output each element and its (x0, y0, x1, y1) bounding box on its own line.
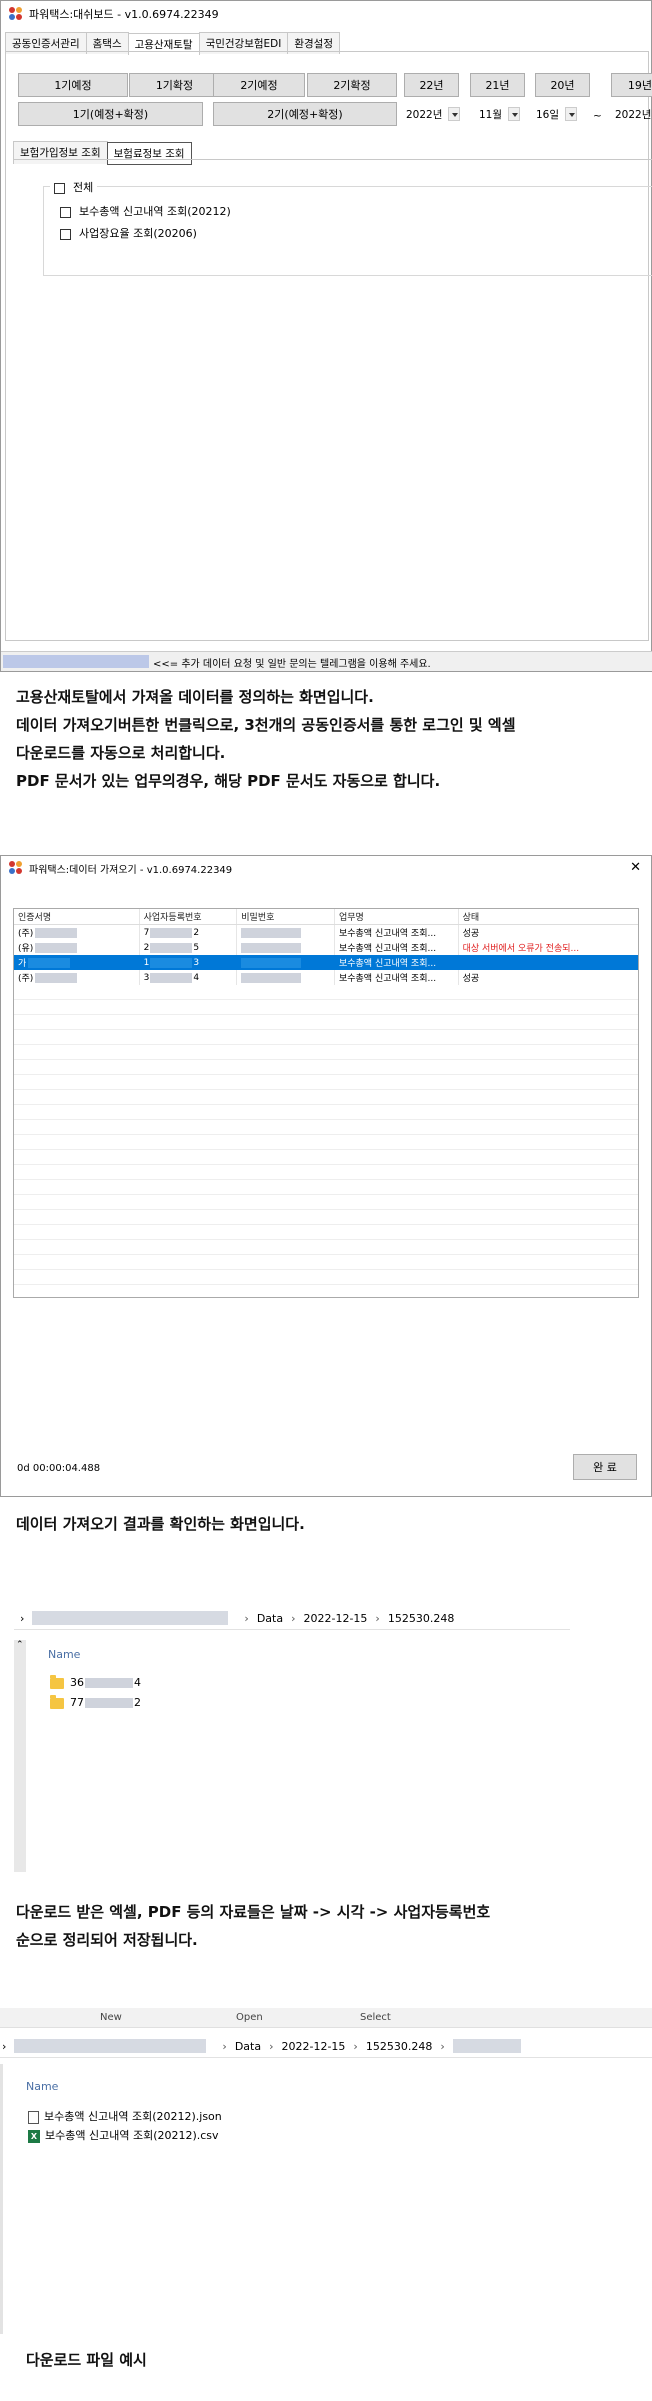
table-row[interactable]: (주) 72 보수총액 신고내역 조회... 성공 (14, 925, 638, 940)
breadcrumb-chevron-icon: › (2, 2039, 7, 2053)
status-error: 대상 서버에서 오류가 전송되... (462, 944, 580, 954)
dashboard-window: 파워택스:대쉬보드 - v1.0.6974.22349 공동인증서관리 홈택스 … (0, 0, 652, 672)
folder-icon (50, 1674, 64, 1689)
year-19-button[interactable]: 19년 (611, 73, 652, 97)
nav-pane-edge (0, 2064, 3, 2334)
breadcrumb-redacted (32, 1611, 229, 1625)
nav-pane-scrollbar[interactable]: ⌃ (14, 1640, 26, 1872)
address-bar-2[interactable]: › › Data › 2022-12-15 › 152530.248 › (0, 2032, 652, 2058)
table-row[interactable]: (유) 25 보수총액 신고내역 조회... 대상 서버에서 오류가 전송되..… (14, 940, 638, 955)
col-task[interactable]: 업무명 (335, 909, 459, 924)
breadcrumb-data[interactable]: Data (235, 2040, 261, 2053)
explorer-folders: › › Data › 2022-12-15 › 152530.248 ⌃ Nam… (14, 1604, 570, 1874)
name-column-header[interactable]: Name (48, 1648, 80, 1661)
check-all[interactable]: 전체 (50, 179, 98, 195)
year-21-button[interactable]: 21년 (470, 73, 525, 97)
col-bizno[interactable]: 사업자등록번호 (140, 909, 238, 924)
year-20-button[interactable]: 20년 (535, 73, 590, 97)
file-item-json[interactable]: 보수총액 신고내역 조회(20212).json (28, 2108, 222, 2124)
name-column-header[interactable]: Name (26, 2080, 58, 2093)
status-text: <<= 추가 데이터 요청 및 일반 문의는 텔레그램을 이용해 주세요. (153, 659, 431, 670)
ribbon-open[interactable]: Open (236, 2012, 263, 2023)
breadcrumb-sep-icon: › (353, 2039, 358, 2053)
breadcrumb-sep-icon: › (269, 2039, 274, 2053)
year-22-button[interactable]: 22년 (404, 73, 459, 97)
dashboard-title: 파워택스:대쉬보드 - v1.0.6974.22349 (29, 8, 219, 21)
status-progress (3, 655, 149, 668)
excel-file-icon: X (28, 2129, 40, 2143)
address-bar[interactable]: › › Data › 2022-12-15 › 152530.248 (14, 1604, 570, 1630)
year-dropdown-icon[interactable] (448, 107, 461, 121)
month-dropdown-icon[interactable] (508, 107, 521, 121)
check-item-20206[interactable]: 사업장요율 조회(20206) (60, 225, 197, 241)
ribbon-new[interactable]: New (100, 2012, 122, 2023)
period-2-all-button[interactable]: 2기(예정+확정) (213, 102, 397, 126)
breadcrumb-redacted (452, 2039, 521, 2053)
breadcrumb-sep-icon: › (375, 1611, 380, 1625)
chevron-up-icon[interactable]: ⌃ (16, 1640, 24, 1650)
col-cert-name[interactable]: 인증서명 (14, 909, 140, 924)
explorer-files: New Open Select › › Data › 2022-12-15 › … (0, 2008, 652, 2338)
breadcrumb-sep-icon: › (244, 1611, 249, 1625)
ribbon-bar: New Open Select (0, 2008, 652, 2028)
month-select[interactable]: 11월 (479, 105, 521, 123)
import-title: 파워택스:데이터 가져오기 - v1.0.6974.22349 (29, 864, 233, 876)
col-password[interactable]: 비밀번호 (237, 909, 335, 924)
col-status[interactable]: 상태 (459, 909, 638, 924)
check-20206-box[interactable] (60, 228, 71, 240)
day-dropdown-icon[interactable] (565, 107, 578, 121)
checkbox-group: 전체 보수총액 신고내역 조회(20212) 사업장요율 조회(20206) (43, 179, 652, 276)
breadcrumb-sep-icon: › (291, 1611, 296, 1625)
caption-define: 고용산재토탈에서 가져올 데이터를 정의하는 화면입니다. 데이터 가져오기버튼… (16, 688, 516, 790)
period-1-all-button[interactable]: 1기(예정+확정) (18, 102, 203, 126)
folder-item[interactable]: 77 2 (50, 1694, 141, 1709)
breadcrumb-time[interactable]: 152530.248 (388, 1612, 454, 1625)
breadcrumb-chevron-icon: › (20, 1611, 25, 1625)
import-titlebar: 파워택스:데이터 가져오기 - v1.0.6974.22349 ✕ (1, 856, 651, 880)
table-row[interactable]: (주) 34 보수총액 신고내역 조회... 성공 (14, 970, 638, 985)
breadcrumb-data[interactable]: Data (257, 1612, 283, 1625)
caption-sort: 다운로드 받은 엑셀, PDF 등의 자료들은 날짜 -> 시각 -> 사업자등… (16, 1903, 491, 1949)
status-bar: <<= 추가 데이터 요청 및 일반 문의는 텔레그램을 이용해 주세요. (1, 651, 652, 671)
caption-result: 데이터 가져오기 결과를 확인하는 화면입니다. (16, 1515, 305, 1533)
done-button[interactable]: 완 료 (573, 1454, 637, 1480)
elapsed-time: 0d 00:00:04.488 (17, 1463, 101, 1474)
result-grid: 인증서명 사업자등록번호 비밀번호 업무명 상태 (주) 72 보수총액 신고내… (13, 908, 639, 1298)
caption-file-example: 다운로드 파일 예시 (26, 2351, 147, 2369)
breadcrumb-sep-icon: › (440, 2039, 445, 2053)
json-file-icon (28, 2110, 39, 2124)
breadcrumb-redacted (14, 2039, 207, 2053)
period-2-prelim-button[interactable]: 2기예정 (213, 73, 305, 97)
close-icon[interactable]: ✕ (630, 860, 641, 875)
grid-header: 인증서명 사업자등록번호 비밀번호 업무명 상태 (14, 909, 638, 925)
table-row-selected[interactable]: 가 13 보수총액 신고내역 조회... (14, 955, 638, 970)
import-logo-icon (9, 861, 23, 875)
check-all-box[interactable] (54, 182, 65, 194)
breadcrumb-date[interactable]: 2022-12-15 (303, 1612, 367, 1625)
breadcrumb-sep-icon: › (222, 2039, 227, 2053)
import-window: 파워택스:데이터 가져오기 - v1.0.6974.22349 ✕ 인증서명 사… (0, 855, 652, 1497)
file-item-csv[interactable]: X 보수총액 신고내역 조회(20212).csv (28, 2127, 219, 2143)
period-1-prelim-button[interactable]: 1기예정 (18, 73, 128, 97)
breadcrumb-date[interactable]: 2022-12-15 (281, 2040, 345, 2053)
check-item-20212[interactable]: 보수총액 신고내역 조회(20212) (60, 203, 231, 219)
period-1-final-button[interactable]: 1기확정 (129, 73, 220, 97)
period-2-final-button[interactable]: 2기확정 (307, 73, 397, 97)
breadcrumb-time[interactable]: 152530.248 (366, 2040, 432, 2053)
dashboard-titlebar: 파워택스:대쉬보드 - v1.0.6974.22349 (1, 1, 651, 27)
folder-item[interactable]: 36 4 (50, 1674, 141, 1689)
app-logo-icon (9, 7, 23, 21)
check-20212-box[interactable] (60, 206, 71, 218)
day-select[interactable]: 16일 (536, 105, 578, 123)
end-year-select[interactable]: 2022년 (615, 105, 651, 123)
year-select[interactable]: 2022년 (406, 105, 461, 123)
grid-empty-area (14, 985, 638, 1297)
date-range-tilde: ~ (593, 110, 602, 122)
ribbon-select[interactable]: Select (360, 2012, 391, 2023)
folder-icon (50, 1694, 64, 1709)
